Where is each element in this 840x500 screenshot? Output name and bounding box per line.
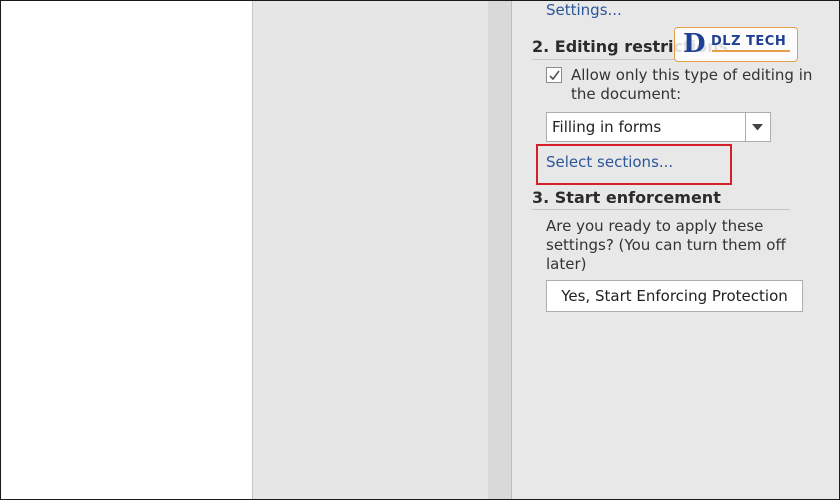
pane-splitter[interactable] — [488, 1, 512, 499]
editing-type-dropdown[interactable]: Filling in forms — [546, 112, 771, 142]
document-background — [253, 1, 488, 499]
screenshot-frame: Settings... 2. Editing restrictions Allo… — [0, 0, 840, 500]
select-sections-link[interactable]: Select sections... — [546, 153, 673, 171]
dropdown-toggle-button[interactable] — [745, 113, 770, 141]
chevron-down-icon — [752, 124, 763, 131]
brand-logo-icon: D — [683, 29, 706, 59]
restrict-editing-pane: Settings... 2. Editing restrictions Allo… — [512, 1, 839, 499]
section-divider — [532, 209, 790, 210]
start-enforcement-heading: 3. Start enforcement — [532, 188, 721, 207]
settings-link[interactable]: Settings... — [546, 1, 622, 19]
checkmark-icon — [549, 70, 560, 81]
document-page[interactable] — [1, 1, 253, 499]
allow-editing-checkbox[interactable] — [546, 67, 562, 83]
brand-watermark-logo: D DLZ TECH — [674, 27, 798, 62]
allow-editing-label: Allow only this type of editing in the d… — [571, 66, 813, 103]
enforcement-description: Are you ready to apply these settings? (… — [546, 217, 786, 273]
brand-underline — [712, 50, 790, 52]
brand-name: DLZ TECH — [711, 34, 787, 49]
start-enforcing-button[interactable]: Yes, Start Enforcing Protection — [546, 280, 803, 312]
dropdown-selected-value: Filling in forms — [552, 118, 662, 136]
